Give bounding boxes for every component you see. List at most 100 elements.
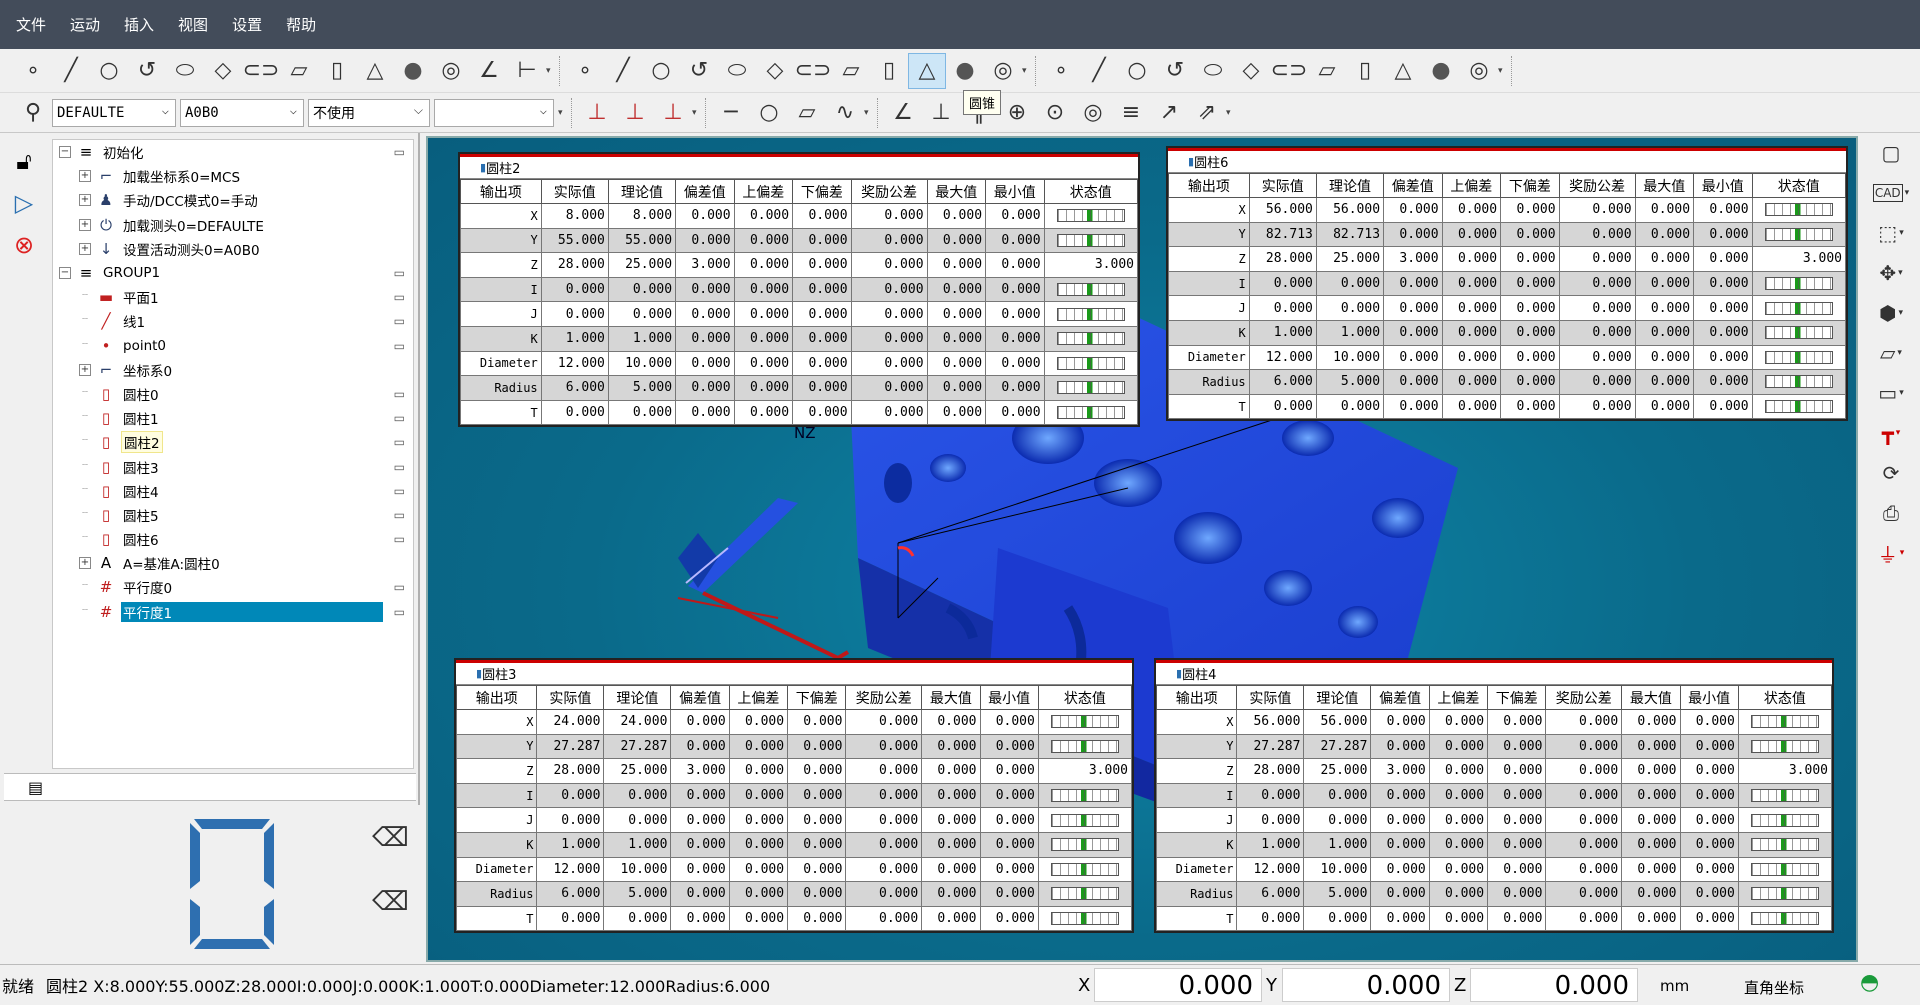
tree-item[interactable]: ┄ ▯ 圆柱2 ▭	[53, 430, 413, 454]
line-icon[interactable]: ╱	[1080, 53, 1118, 89]
cube-wire-icon[interactable]: ⬚ ▾	[1862, 213, 1920, 253]
tree-item[interactable]: ┄ • point0 ▭	[53, 334, 413, 358]
torus-icon[interactable]: ◎	[984, 53, 1022, 89]
table-title[interactable]: ▮ 圆柱3	[456, 663, 1132, 685]
tree-item[interactable]: ┄ # 平行度0 ▭	[53, 575, 413, 599]
column-header[interactable]: 下偏差	[787, 685, 847, 710]
axis-plus-icon[interactable]: ⊥	[616, 95, 654, 131]
mode-combo[interactable]: 不使用 ⌵	[308, 98, 430, 127]
runout-icon[interactable]: ↗	[1150, 95, 1188, 131]
tree-item[interactable]: − ≡ GROUP1 ▭	[53, 261, 413, 285]
expand-toggle-icon[interactable]: +	[79, 170, 91, 183]
plane-icon[interactable]: ◇	[756, 53, 794, 89]
circle-icon[interactable]: ○	[642, 53, 680, 89]
line-icon[interactable]: ╱	[52, 53, 90, 89]
expand-toggle-icon[interactable]: +	[79, 363, 91, 376]
tree-item[interactable]: ┄ ▯ 圆柱5 ▭	[53, 503, 413, 527]
column-header[interactable]: 最小值	[1693, 173, 1753, 198]
comment-icon[interactable]: ▭	[394, 387, 405, 401]
stop-icon[interactable]: ⊗	[4, 225, 44, 265]
expand-toggle-icon[interactable]: −	[59, 146, 71, 159]
dropdown-arrow-icon[interactable]: ▾	[546, 66, 554, 76]
expand-toggle-icon[interactable]: +	[79, 242, 91, 255]
angle-icon[interactable]: ∠	[470, 53, 508, 89]
expand-toggle-icon[interactable]: −	[59, 267, 71, 280]
distance-icon[interactable]: ⊢	[508, 53, 546, 89]
tip-combo[interactable]: A0B0 ⌵	[180, 98, 304, 127]
sketch-curve-icon[interactable]: ∿	[826, 95, 864, 131]
circle-icon[interactable]: ○	[1118, 53, 1156, 89]
cad-icon[interactable]: CAD ▾	[1862, 173, 1920, 213]
column-header[interactable]: 实际值	[1236, 685, 1305, 710]
column-header[interactable]: 偏差值	[1383, 173, 1443, 198]
column-header[interactable]: 理论值	[607, 179, 677, 204]
table-title[interactable]: ▮ 圆柱4	[1156, 663, 1832, 685]
column-header[interactable]: 最小值	[1679, 685, 1739, 710]
result-table[interactable]: ▮ 圆柱2 输出项 实际值 理论值 偏差值 上偏差 下偏差 奖励公差 最大值 最小值 状态值 X 8.0…	[458, 152, 1140, 428]
rectangle-view-icon[interactable]: ▱ ▾	[1862, 333, 1920, 373]
column-header[interactable]: 最小值	[979, 685, 1039, 710]
comment-icon[interactable]: ▭ ▾	[1862, 373, 1920, 413]
column-header[interactable]: 输出项	[1155, 685, 1238, 710]
column-header[interactable]: 偏差值	[1370, 685, 1430, 710]
rotate-icon[interactable]: ⟳	[1862, 453, 1920, 493]
column-header[interactable]: 最大值	[1634, 173, 1695, 198]
column-header[interactable]: 最小值	[985, 179, 1045, 204]
play-icon[interactable]: ▷	[4, 183, 44, 223]
comment-icon[interactable]: ▭	[394, 266, 405, 280]
expand-toggle-icon[interactable]: +	[79, 218, 91, 231]
circularity-icon[interactable]: ⊙	[1036, 95, 1074, 131]
menu-item[interactable]: 文件	[16, 14, 46, 35]
torus-icon[interactable]: ◎	[1460, 53, 1498, 89]
column-header[interactable]: 理论值	[603, 685, 672, 710]
menu-item[interactable]: 运动	[70, 14, 100, 35]
column-header[interactable]: 状态值	[1037, 685, 1133, 710]
sphere-icon[interactable]: ●	[946, 53, 984, 89]
dropdown-arrow-icon[interactable]: ▾	[558, 108, 566, 118]
column-header[interactable]: 下偏差	[1487, 685, 1547, 710]
column-header[interactable]: 实际值	[540, 179, 609, 204]
expand-toggle-icon[interactable]: +	[79, 194, 91, 207]
column-header[interactable]: 上偏差	[728, 685, 789, 710]
tree-item[interactable]: ┄ ▯ 圆柱0 ▭	[53, 382, 413, 406]
axis-xyz-icon[interactable]: ⊥	[578, 95, 616, 131]
lock-icon[interactable]: 🔓︎	[4, 141, 44, 181]
dropdown-arrow-icon[interactable]: ▾	[864, 108, 872, 118]
tree-item[interactable]: + A A=基准A:圆柱0	[53, 551, 413, 575]
cone-icon[interactable]: △	[356, 53, 394, 89]
column-header[interactable]: 偏差值	[675, 179, 735, 204]
result-table[interactable]: ▮ 圆柱3 输出项 实际值 理论值 偏差值 上偏差 下偏差 奖励公差 最大值 最小值 状态值 X 24.…	[454, 658, 1134, 934]
column-header[interactable]: 输出项	[460, 179, 542, 204]
measure-probe-icon[interactable]: ┳ ▾	[1862, 413, 1920, 453]
column-header[interactable]: 状态值	[1751, 173, 1847, 198]
dropdown-arrow-icon[interactable]: ▾	[692, 108, 700, 118]
ellipse-icon[interactable]: ⬭	[1194, 53, 1232, 89]
column-header[interactable]: 状态值	[1737, 685, 1833, 710]
result-table[interactable]: ▮ 圆柱4 输出项 实际值 理论值 偏差值 上偏差 下偏差 奖励公差 最大值 最小值 状态值 X 56.…	[1154, 658, 1834, 934]
arc-icon[interactable]: ↺	[1156, 53, 1194, 89]
parallelogram-icon[interactable]: ▱	[280, 53, 318, 89]
position-icon[interactable]: ⊕	[998, 95, 1036, 131]
probe-icon[interactable]: ⚲	[14, 95, 52, 131]
point-icon[interactable]: ∘	[1042, 53, 1080, 89]
tree-item[interactable]: ┄ ▯ 圆柱6 ▭	[53, 527, 413, 551]
extra-combo[interactable]: ⌵	[434, 98, 554, 127]
sketch-parallelogram-icon[interactable]: ▱	[788, 95, 826, 131]
column-header[interactable]: 偏差值	[670, 685, 730, 710]
concentricity-icon[interactable]: ◎	[1074, 95, 1112, 131]
column-header[interactable]: 最大值	[1621, 685, 1681, 710]
tree-item[interactable]: ┄ ▬ 平面1 ▭	[53, 285, 413, 309]
column-header[interactable]: 奖励公差	[845, 685, 923, 710]
menu-item[interactable]: 视图	[178, 14, 208, 35]
angle-tool-icon[interactable]: ∠	[884, 95, 922, 131]
tree-item[interactable]: + ⌐ 加载坐标系0=MCS	[53, 164, 413, 188]
tree-item[interactable]: ┄ ▯ 圆柱4 ▭	[53, 479, 413, 503]
point-icon[interactable]: ∘	[14, 53, 52, 89]
dropdown-arrow-icon[interactable]: ▾	[1226, 108, 1234, 118]
eraser-icon[interactable]: ⌫	[372, 887, 409, 917]
comment-icon[interactable]: ▭	[394, 484, 405, 498]
comment-icon[interactable]: ▭	[394, 605, 405, 619]
column-header[interactable]: 实际值	[536, 685, 605, 710]
result-table[interactable]: ▮ 圆柱6 输出项 实际值 理论值 偏差值 上偏差 下偏差 奖励公差 最大值 最小值 状态值 X 56.…	[1166, 146, 1848, 422]
comment-icon[interactable]: ▭	[394, 532, 405, 546]
